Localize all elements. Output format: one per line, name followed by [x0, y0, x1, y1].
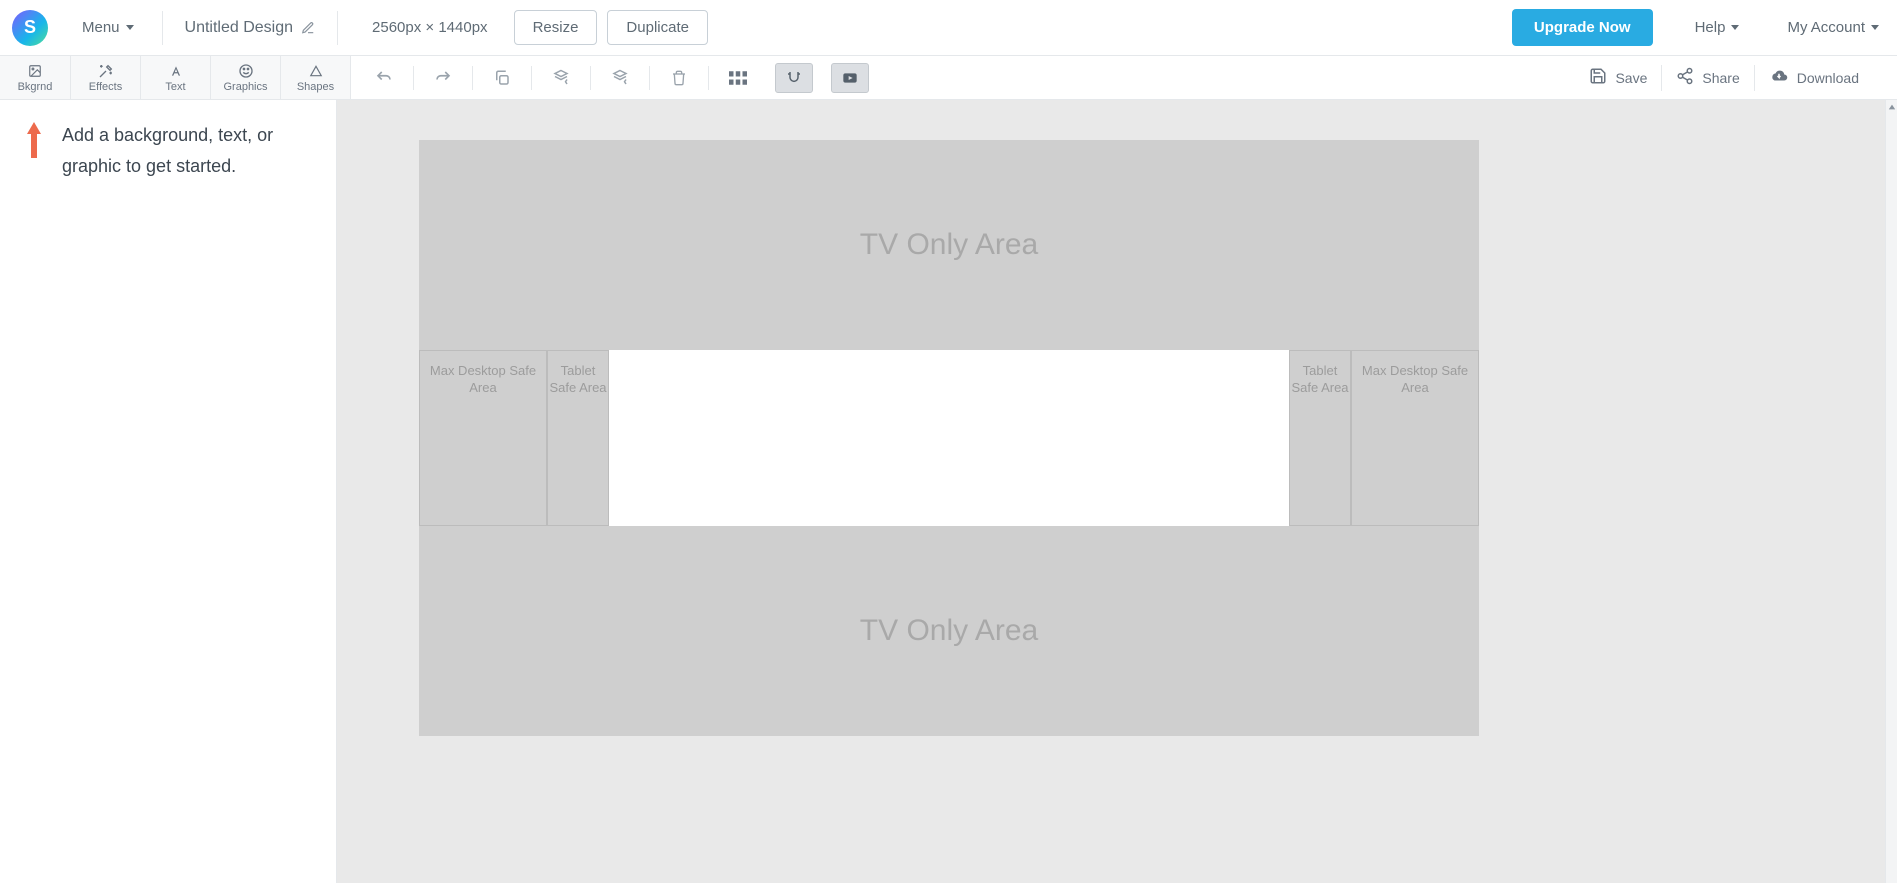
chevron-down-icon [1871, 25, 1879, 30]
download-button[interactable]: Download [1755, 67, 1873, 88]
max-desktop-left: Max Desktop Safe Area [419, 350, 547, 526]
triangle-icon [308, 63, 324, 79]
share-icon [1676, 67, 1694, 88]
divider [708, 66, 709, 90]
snap-toggle[interactable] [775, 63, 813, 93]
grid-button[interactable] [719, 63, 757, 93]
tab-effects[interactable]: Effects [70, 56, 140, 99]
account-label: My Account [1787, 19, 1865, 36]
design-title: Untitled Design [185, 19, 294, 37]
duplicate-button[interactable]: Duplicate [607, 10, 708, 45]
avatar-letter: S [24, 17, 36, 38]
save-button[interactable]: Save [1575, 67, 1661, 88]
layer-down-button[interactable] [542, 63, 580, 93]
layer-up-button[interactable] [601, 63, 639, 93]
tab-graphics[interactable]: Graphics [210, 56, 280, 99]
copy-button[interactable] [483, 63, 521, 93]
tv-only-label: TV Only Area [860, 228, 1038, 262]
pencil-icon [301, 21, 315, 35]
upgrade-button[interactable]: Upgrade Now [1512, 9, 1653, 46]
left-tool-tabs: Bkgrnd Effects Text Graphics Shapes [0, 56, 351, 99]
menu-label: Menu [82, 19, 120, 36]
divider [531, 66, 532, 90]
scroll-up-button[interactable] [1886, 100, 1897, 114]
artboard[interactable]: TV Only Area Max Desktop Safe Area Table… [419, 140, 1479, 883]
tool-strip: Bkgrnd Effects Text Graphics Shapes [0, 56, 1897, 100]
undo-button[interactable] [365, 63, 403, 93]
editor-toolbar: Save Share Download [351, 56, 1897, 99]
hint-text: Add a background, text, or graphic to ge… [62, 120, 302, 181]
tab-shapes[interactable]: Shapes [280, 56, 350, 99]
save-label: Save [1615, 70, 1647, 86]
tv-only-label: TV Only Area [860, 614, 1038, 648]
tab-text[interactable]: Text [140, 56, 210, 99]
redo-button[interactable] [424, 63, 462, 93]
download-label: Download [1797, 70, 1859, 86]
canvas-dimensions: 2560px × 1440px [356, 19, 504, 36]
tv-only-bottom: TV Only Area [419, 526, 1479, 736]
wand-icon [98, 63, 114, 79]
divider [472, 66, 473, 90]
image-icon [27, 63, 43, 79]
chevron-down-icon [1731, 25, 1739, 30]
canvas-viewport[interactable]: TV Only Area Max Desktop Safe Area Table… [337, 100, 1897, 883]
avatar[interactable]: S [12, 10, 48, 46]
tablet-right: Tablet Safe Area [1289, 350, 1351, 526]
top-header: S Menu Untitled Design 2560px × 1440px R… [0, 0, 1897, 56]
download-icon [1769, 67, 1789, 88]
share-button[interactable]: Share [1662, 67, 1753, 88]
delete-button[interactable] [660, 63, 698, 93]
account-dropdown[interactable]: My Account [1777, 13, 1889, 42]
tab-label: Effects [89, 81, 122, 93]
divider [413, 66, 414, 90]
safe-area-row: Max Desktop Safe Area Tablet Safe Area T… [419, 350, 1479, 526]
help-dropdown[interactable]: Help [1685, 13, 1750, 42]
center-safe-area[interactable] [609, 350, 1289, 526]
tab-label: Bkgrnd [18, 81, 53, 93]
youtube-overlay-toggle[interactable] [831, 63, 869, 93]
tab-label: Text [165, 81, 185, 93]
resize-button[interactable]: Resize [514, 10, 598, 45]
emoji-icon [238, 63, 254, 79]
getting-started-hint: Add a background, text, or graphic to ge… [24, 120, 312, 181]
divider [337, 11, 338, 45]
divider [649, 66, 650, 90]
right-actions: Save Share Download [1575, 65, 1883, 91]
tv-only-top: TV Only Area [419, 140, 1479, 350]
tab-background[interactable]: Bkgrnd [0, 56, 70, 99]
tab-label: Shapes [297, 81, 334, 93]
arrow-up-icon [24, 120, 44, 160]
max-desktop-right: Max Desktop Safe Area [1351, 350, 1479, 526]
tab-label: Graphics [223, 81, 267, 93]
chevron-down-icon [126, 25, 134, 30]
divider [162, 11, 163, 45]
left-sidebar: Add a background, text, or graphic to ge… [0, 100, 337, 883]
save-icon [1589, 67, 1607, 88]
design-title-group[interactable]: Untitled Design [181, 19, 320, 37]
main-area: Add a background, text, or graphic to ge… [0, 100, 1897, 883]
tablet-left: Tablet Safe Area [547, 350, 609, 526]
text-icon [168, 63, 184, 79]
share-label: Share [1702, 70, 1739, 86]
help-label: Help [1695, 19, 1726, 36]
divider [590, 66, 591, 90]
menu-dropdown[interactable]: Menu [72, 13, 144, 42]
vertical-scrollbar[interactable] [1885, 100, 1897, 883]
